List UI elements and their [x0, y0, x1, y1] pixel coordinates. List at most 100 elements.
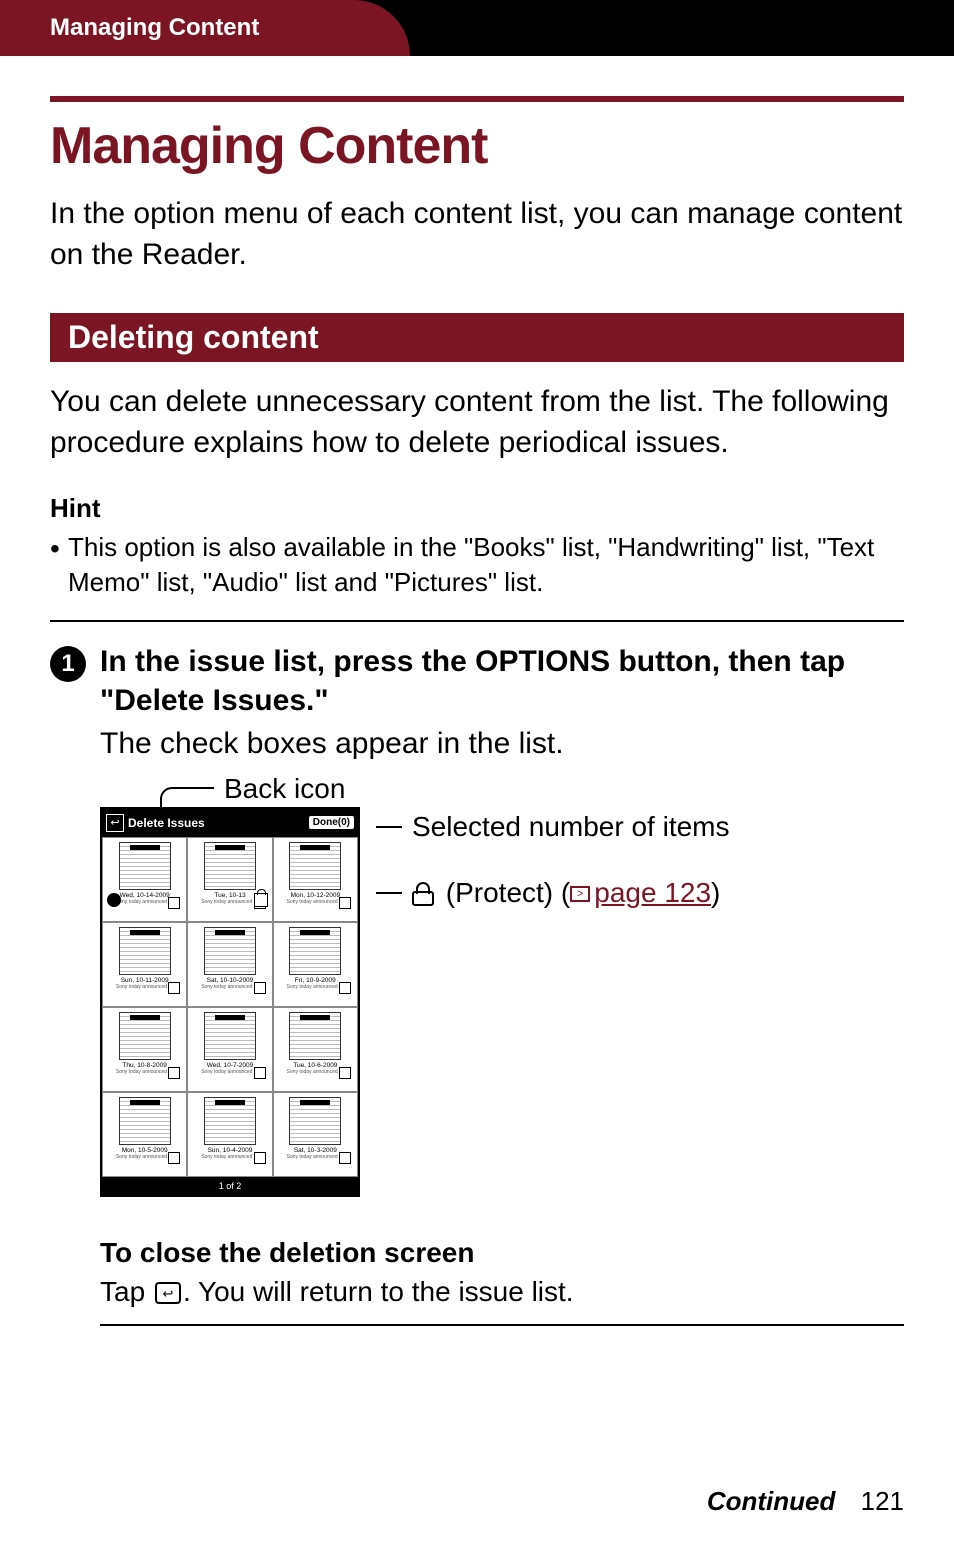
issue-thumbnail: [204, 842, 256, 890]
section-heading: Deleting content: [50, 313, 904, 362]
checkbox-icon[interactable]: [254, 1152, 266, 1164]
issue-subtitle: Sony today announced …: [116, 899, 174, 905]
continued-label: Continued: [707, 1486, 836, 1516]
xref-page-link[interactable]: page 123: [594, 877, 711, 908]
lock-icon: [412, 882, 434, 906]
divider: [50, 620, 904, 622]
issue-thumbnail: [119, 927, 171, 975]
step-title: In the issue list, press the OPTIONS but…: [100, 642, 904, 720]
sub-body-post: . You will return to the issue list.: [183, 1276, 574, 1307]
issue-cell[interactable]: Mon, 10-5-2009Sony today announced …: [102, 1092, 187, 1177]
issue-thumbnail: [204, 1012, 256, 1060]
back-icon-inline: ↩: [155, 1282, 181, 1304]
issue-subtitle: Sony today announced …: [287, 1069, 345, 1075]
done-button[interactable]: Done(0): [309, 816, 354, 829]
issue-date: Wed, 10-7-2009: [207, 1062, 254, 1069]
issue-date: Tue, 10-6-2009: [293, 1062, 337, 1069]
checkbox-icon[interactable]: [339, 982, 351, 994]
hint-list: This option is also available in the "Bo…: [50, 530, 904, 600]
issue-cell[interactable]: Tue, 10-6-2009Sony today announced …: [273, 1007, 358, 1092]
step-1: 1 In the issue list, press the OPTIONS b…: [50, 642, 904, 1326]
issue-date: Mon, 10-12-2009: [291, 892, 341, 899]
checkbox-icon[interactable]: [168, 1152, 180, 1164]
title-rule: [50, 96, 904, 102]
step-subtitle: The check boxes appear in the list.: [100, 724, 904, 765]
issue-cell[interactable]: Wed, 10-7-2009Sony today announced …: [187, 1007, 272, 1092]
issue-date: Thu, 10-8-2009: [122, 1062, 166, 1069]
issue-thumbnail: [289, 842, 341, 890]
issue-subtitle: Sony today announced …: [287, 1154, 345, 1160]
issue-subtitle: Sony today announced …: [201, 1069, 259, 1075]
step-number-badge: 1: [50, 646, 86, 682]
back-icon[interactable]: ↩: [106, 814, 124, 832]
screenshot-title: Delete Issues: [128, 816, 305, 830]
header-band: Managing Content: [0, 0, 954, 56]
checkbox-icon[interactable]: [254, 982, 266, 994]
issue-thumbnail: [289, 1012, 341, 1060]
callout-protect-text: (Protect) (>page 123): [412, 877, 720, 909]
issue-cell[interactable]: Wed, 10-14-2009Sony today announced …: [102, 837, 187, 922]
subsection-body: Tap ↩. You will return to the issue list…: [100, 1273, 904, 1311]
page-number: 121: [861, 1486, 904, 1516]
issue-date: Sat, 10-3-2009: [294, 1147, 337, 1154]
checkbox-icon[interactable]: [254, 1067, 266, 1079]
issue-cell[interactable]: Tue, 10-13Sony today announced …: [187, 837, 272, 922]
issue-date: Mon, 10-5-2009: [122, 1147, 168, 1154]
checkbox-icon[interactable]: [168, 1067, 180, 1079]
new-badge-icon: [107, 893, 121, 907]
issue-subtitle: Sony today announced …: [116, 1154, 174, 1160]
issue-thumbnail: [204, 1097, 256, 1145]
checkbox-icon[interactable]: [168, 897, 180, 909]
callout-selected-count: Selected number of items: [376, 811, 904, 843]
issue-date: Wed, 10-14-2009: [120, 892, 170, 899]
issue-cell[interactable]: Sun, 10-4-2009Sony today announced …: [187, 1092, 272, 1177]
issue-date: Sun, 10-11-2009: [121, 977, 169, 984]
pager: 1 of 2: [102, 1177, 358, 1195]
issue-cell[interactable]: Fri, 10-9-2009Sony today announced …: [273, 922, 358, 1007]
issue-thumbnail: [119, 1097, 171, 1145]
section-description: You can delete unnecessary content from …: [50, 382, 904, 463]
issue-cell[interactable]: Mon, 10-12-2009Sony today announced …: [273, 837, 358, 922]
lock-icon: [254, 893, 268, 907]
protect-label: (Protect) (: [446, 877, 570, 908]
hint-item: This option is also available in the "Bo…: [68, 530, 904, 600]
callout-back-icon: Back icon: [160, 773, 904, 805]
checkbox-icon[interactable]: [339, 897, 351, 909]
issue-cell[interactable]: Sun, 10-11-2009Sony today announced …: [102, 922, 187, 1007]
issue-thumbnail: [119, 1012, 171, 1060]
delete-issues-screenshot: ↩ Delete Issues Done(0) Wed, 10-14-2009S…: [100, 807, 360, 1197]
issue-date: Sun, 10-4-2009: [208, 1147, 253, 1154]
issue-cell[interactable]: Sat, 10-10-2009Sony today announced …: [187, 922, 272, 1007]
issue-subtitle: Sony today announced …: [201, 1154, 259, 1160]
leader-line: [376, 826, 402, 828]
subsection-title: To close the deletion screen: [100, 1237, 904, 1269]
page-title: Managing Content: [50, 116, 904, 176]
checkbox-icon[interactable]: [168, 982, 180, 994]
issue-thumbnail: [204, 927, 256, 975]
issue-subtitle: Sony today announced …: [201, 899, 259, 905]
hint-label: Hint: [50, 493, 904, 524]
issue-subtitle: Sony today announced …: [287, 984, 345, 990]
callout-protect: (Protect) (>page 123): [376, 877, 904, 909]
header-breadcrumb-tab: Managing Content: [0, 0, 320, 56]
divider: [100, 1324, 904, 1326]
issue-thumbnail: [119, 842, 171, 890]
protect-close: ): [711, 877, 720, 908]
sub-body-pre: Tap: [100, 1276, 153, 1307]
issue-thumbnail: [289, 1097, 341, 1145]
checkbox-icon[interactable]: [339, 1152, 351, 1164]
breadcrumb: Managing Content: [50, 14, 259, 41]
leader-line: [376, 892, 402, 894]
issue-thumbnail: [289, 927, 341, 975]
issue-date: Fri, 10-9-2009: [295, 977, 336, 984]
issue-date: Sat, 10-10-2009: [207, 977, 254, 984]
issue-subtitle: Sony today announced …: [287, 899, 345, 905]
checkbox-icon[interactable]: [339, 1067, 351, 1079]
issue-subtitle: Sony today announced …: [116, 1069, 174, 1075]
issue-cell[interactable]: Sat, 10-3-2009Sony today announced …: [273, 1092, 358, 1177]
issue-subtitle: Sony today announced …: [201, 984, 259, 990]
xref-icon: >: [570, 886, 590, 902]
callout-selected-text: Selected number of items: [412, 811, 730, 843]
issue-cell[interactable]: Thu, 10-8-2009Sony today announced …: [102, 1007, 187, 1092]
footer: Continued 121: [707, 1486, 904, 1517]
